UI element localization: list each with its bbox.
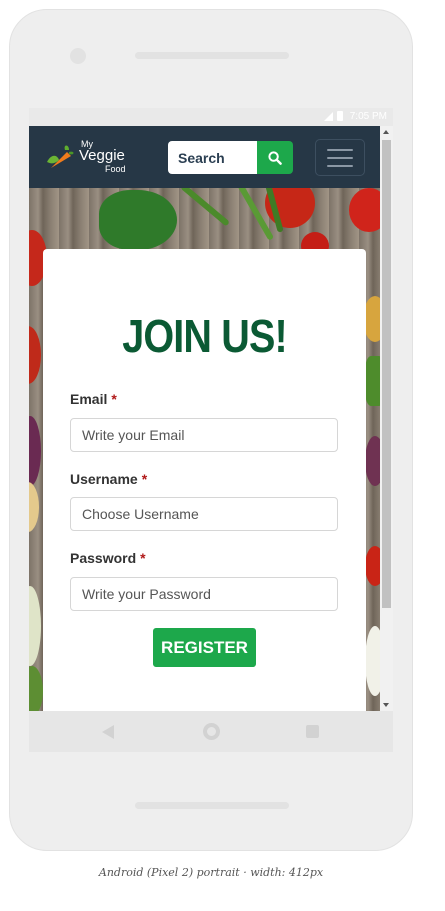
email-label: Email * — [70, 391, 117, 407]
scroll-thumb[interactable] — [382, 140, 391, 608]
password-label-text: Password — [70, 550, 137, 566]
hamburger-menu-button[interactable] — [315, 139, 365, 176]
battery-icon — [337, 111, 343, 121]
required-asterisk: * — [111, 391, 117, 407]
email-label-text: Email — [70, 391, 108, 407]
username-label-text: Username — [70, 471, 138, 487]
password-label: Password * — [70, 550, 146, 566]
scroll-down-arrow-icon[interactable] — [383, 703, 389, 707]
email-field[interactable] — [70, 418, 338, 452]
search-button[interactable] — [257, 141, 293, 174]
logo-text-food: Food — [105, 164, 126, 174]
password-field[interactable] — [70, 577, 338, 611]
camera-icon — [70, 48, 86, 64]
search-input[interactable] — [168, 141, 257, 174]
device-caption: Android (Pixel 2) portrait · width: 412p… — [98, 866, 324, 879]
logo-text-veggie: Veggie — [79, 147, 125, 164]
android-navigation-bar — [29, 711, 393, 752]
home-icon[interactable] — [203, 723, 220, 740]
page-title: JOIN US! — [122, 310, 287, 362]
hamburger-menu-icon — [327, 156, 353, 159]
status-bar: 7:05 PM — [29, 108, 393, 126]
back-icon[interactable] — [102, 725, 114, 739]
hamburger-menu-icon — [327, 148, 353, 151]
scroll-up-arrow-icon[interactable] — [383, 130, 389, 134]
status-time: 7:05 PM — [349, 111, 387, 122]
registration-card: JOIN US! Email* Username* Password* REGI… — [43, 249, 366, 711]
search-icon — [268, 150, 282, 165]
username-label: Username * — [70, 471, 147, 487]
speaker-bottom — [135, 802, 289, 809]
recent-apps-icon[interactable] — [306, 725, 319, 738]
browser-viewport: My Veggie Food JOIN US! Email* Username* — [29, 126, 393, 711]
username-field[interactable] — [70, 497, 338, 531]
top-navbar: My Veggie Food — [29, 126, 380, 188]
register-button[interactable]: REGISTER — [153, 628, 256, 667]
site-logo[interactable]: My Veggie Food — [45, 138, 135, 176]
required-asterisk: * — [141, 471, 148, 487]
vertical-scrollbar[interactable] — [380, 126, 393, 711]
hamburger-menu-icon — [327, 164, 353, 167]
signal-icon — [324, 112, 333, 121]
carrot-logo-icon — [47, 145, 74, 168]
required-asterisk: * — [140, 550, 146, 566]
speaker-top — [135, 52, 289, 59]
